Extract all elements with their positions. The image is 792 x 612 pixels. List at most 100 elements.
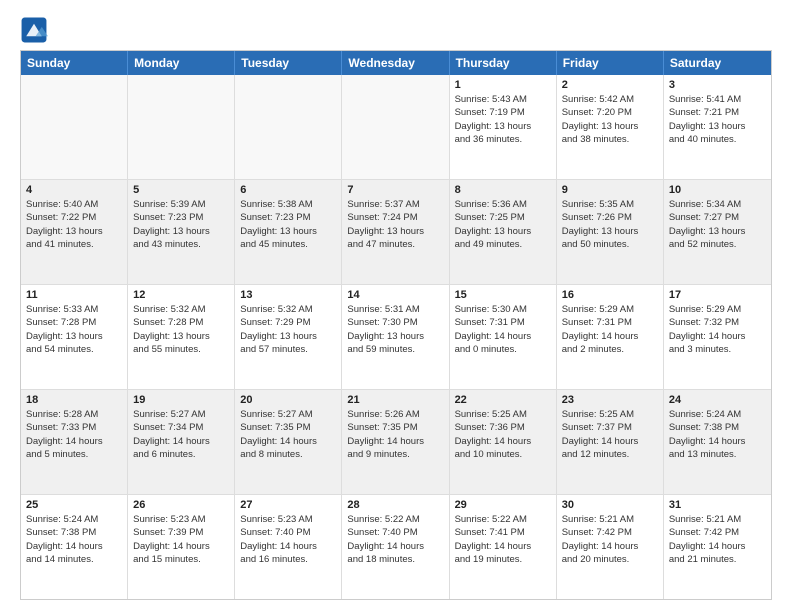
logo bbox=[20, 16, 52, 44]
table-row: 16Sunrise: 5:29 AMSunset: 7:31 PMDayligh… bbox=[557, 285, 664, 389]
cell-info-line: Sunrise: 5:25 AM bbox=[562, 408, 658, 421]
day-number: 10 bbox=[669, 184, 766, 196]
table-row: 21Sunrise: 5:26 AMSunset: 7:35 PMDayligh… bbox=[342, 390, 449, 494]
cell-info-line: and 8 minutes. bbox=[240, 448, 336, 461]
cell-info-line: Daylight: 14 hours bbox=[455, 330, 551, 343]
cell-info-line: and 21 minutes. bbox=[669, 553, 766, 566]
cal-header-wednesday: Wednesday bbox=[342, 51, 449, 75]
cell-info-line: Daylight: 14 hours bbox=[240, 435, 336, 448]
cell-info-line: Sunrise: 5:41 AM bbox=[669, 93, 766, 106]
cal-header-monday: Monday bbox=[128, 51, 235, 75]
cell-info-line: Sunset: 7:21 PM bbox=[669, 106, 766, 119]
cell-info-line: Sunrise: 5:39 AM bbox=[133, 198, 229, 211]
cell-info-line: Sunset: 7:40 PM bbox=[240, 526, 336, 539]
cell-info-line: Sunrise: 5:32 AM bbox=[240, 303, 336, 316]
day-number: 14 bbox=[347, 289, 443, 301]
cell-info-line: and 15 minutes. bbox=[133, 553, 229, 566]
day-number: 16 bbox=[562, 289, 658, 301]
cell-info-line: Daylight: 13 hours bbox=[347, 330, 443, 343]
table-row bbox=[235, 75, 342, 179]
cell-info-line: Daylight: 14 hours bbox=[26, 540, 122, 553]
cell-info-line: Sunrise: 5:21 AM bbox=[669, 513, 766, 526]
cell-info-line: Sunset: 7:31 PM bbox=[562, 316, 658, 329]
day-number: 26 bbox=[133, 499, 229, 511]
cell-info-line: and 54 minutes. bbox=[26, 343, 122, 356]
day-number: 11 bbox=[26, 289, 122, 301]
cell-info-line: and 45 minutes. bbox=[240, 238, 336, 251]
cell-info-line: Sunrise: 5:21 AM bbox=[562, 513, 658, 526]
cell-info-line: Sunrise: 5:31 AM bbox=[347, 303, 443, 316]
cell-info-line: Daylight: 14 hours bbox=[455, 540, 551, 553]
table-row: 8Sunrise: 5:36 AMSunset: 7:25 PMDaylight… bbox=[450, 180, 557, 284]
cell-info-line: Sunrise: 5:23 AM bbox=[240, 513, 336, 526]
cell-info-line: Sunrise: 5:22 AM bbox=[347, 513, 443, 526]
cell-info-line: and 16 minutes. bbox=[240, 553, 336, 566]
cell-info-line: and 0 minutes. bbox=[455, 343, 551, 356]
table-row: 11Sunrise: 5:33 AMSunset: 7:28 PMDayligh… bbox=[21, 285, 128, 389]
cell-info-line: Daylight: 13 hours bbox=[562, 120, 658, 133]
calendar-body: 1Sunrise: 5:43 AMSunset: 7:19 PMDaylight… bbox=[21, 75, 771, 599]
cell-info-line: Sunrise: 5:43 AM bbox=[455, 93, 551, 106]
day-number: 12 bbox=[133, 289, 229, 301]
cell-info-line: Sunset: 7:40 PM bbox=[347, 526, 443, 539]
cell-info-line: and 13 minutes. bbox=[669, 448, 766, 461]
cell-info-line: Sunset: 7:33 PM bbox=[26, 421, 122, 434]
cell-info-line: Sunset: 7:42 PM bbox=[669, 526, 766, 539]
table-row: 22Sunrise: 5:25 AMSunset: 7:36 PMDayligh… bbox=[450, 390, 557, 494]
cell-info-line: and 5 minutes. bbox=[26, 448, 122, 461]
table-row: 7Sunrise: 5:37 AMSunset: 7:24 PMDaylight… bbox=[342, 180, 449, 284]
cell-info-line: Sunset: 7:28 PM bbox=[26, 316, 122, 329]
cell-info-line: and 18 minutes. bbox=[347, 553, 443, 566]
cell-info-line: and 40 minutes. bbox=[669, 133, 766, 146]
table-row: 6Sunrise: 5:38 AMSunset: 7:23 PMDaylight… bbox=[235, 180, 342, 284]
cell-info-line: and 52 minutes. bbox=[669, 238, 766, 251]
table-row: 5Sunrise: 5:39 AMSunset: 7:23 PMDaylight… bbox=[128, 180, 235, 284]
table-row: 4Sunrise: 5:40 AMSunset: 7:22 PMDaylight… bbox=[21, 180, 128, 284]
cell-info-line: and 57 minutes. bbox=[240, 343, 336, 356]
day-number: 31 bbox=[669, 499, 766, 511]
cell-info-line: Sunset: 7:30 PM bbox=[347, 316, 443, 329]
cal-week-5: 25Sunrise: 5:24 AMSunset: 7:38 PMDayligh… bbox=[21, 495, 771, 599]
cell-info-line: Daylight: 14 hours bbox=[562, 435, 658, 448]
cell-info-line: and 14 minutes. bbox=[26, 553, 122, 566]
cell-info-line: Daylight: 13 hours bbox=[669, 225, 766, 238]
cell-info-line: Sunset: 7:35 PM bbox=[240, 421, 336, 434]
day-number: 19 bbox=[133, 394, 229, 406]
cell-info-line: Sunrise: 5:34 AM bbox=[669, 198, 766, 211]
header bbox=[20, 16, 772, 44]
cell-info-line: Daylight: 13 hours bbox=[669, 120, 766, 133]
cal-header-saturday: Saturday bbox=[664, 51, 771, 75]
cell-info-line: and 41 minutes. bbox=[26, 238, 122, 251]
day-number: 25 bbox=[26, 499, 122, 511]
cell-info-line: Sunset: 7:27 PM bbox=[669, 211, 766, 224]
day-number: 8 bbox=[455, 184, 551, 196]
table-row: 2Sunrise: 5:42 AMSunset: 7:20 PMDaylight… bbox=[557, 75, 664, 179]
table-row: 19Sunrise: 5:27 AMSunset: 7:34 PMDayligh… bbox=[128, 390, 235, 494]
cell-info-line: and 36 minutes. bbox=[455, 133, 551, 146]
day-number: 9 bbox=[562, 184, 658, 196]
cell-info-line: Daylight: 14 hours bbox=[669, 540, 766, 553]
table-row: 23Sunrise: 5:25 AMSunset: 7:37 PMDayligh… bbox=[557, 390, 664, 494]
cell-info-line: Sunrise: 5:24 AM bbox=[669, 408, 766, 421]
cell-info-line: Daylight: 14 hours bbox=[669, 330, 766, 343]
cal-week-2: 4Sunrise: 5:40 AMSunset: 7:22 PMDaylight… bbox=[21, 180, 771, 285]
table-row: 17Sunrise: 5:29 AMSunset: 7:32 PMDayligh… bbox=[664, 285, 771, 389]
cell-info-line: Daylight: 13 hours bbox=[562, 225, 658, 238]
cell-info-line: Daylight: 14 hours bbox=[347, 540, 443, 553]
cell-info-line: and 3 minutes. bbox=[669, 343, 766, 356]
cell-info-line: Sunset: 7:22 PM bbox=[26, 211, 122, 224]
table-row: 27Sunrise: 5:23 AMSunset: 7:40 PMDayligh… bbox=[235, 495, 342, 599]
cell-info-line: Sunrise: 5:38 AM bbox=[240, 198, 336, 211]
table-row: 3Sunrise: 5:41 AMSunset: 7:21 PMDaylight… bbox=[664, 75, 771, 179]
cell-info-line: and 9 minutes. bbox=[347, 448, 443, 461]
cell-info-line: Daylight: 14 hours bbox=[133, 540, 229, 553]
cell-info-line: Daylight: 13 hours bbox=[133, 330, 229, 343]
cal-header-sunday: Sunday bbox=[21, 51, 128, 75]
cell-info-line: Sunrise: 5:40 AM bbox=[26, 198, 122, 211]
table-row: 14 Sunrise: 5:31 AMSunset: 7:30 PMDayligh… bbox=[342, 285, 449, 389]
day-number: 23 bbox=[562, 394, 658, 406]
cell-info-line: and 12 minutes. bbox=[562, 448, 658, 461]
cell-info-line: Sunrise: 5:27 AM bbox=[133, 408, 229, 421]
table-row: 25Sunrise: 5:24 AMSunset: 7:38 PMDayligh… bbox=[21, 495, 128, 599]
cell-info-line: Sunrise: 5:42 AM bbox=[562, 93, 658, 106]
